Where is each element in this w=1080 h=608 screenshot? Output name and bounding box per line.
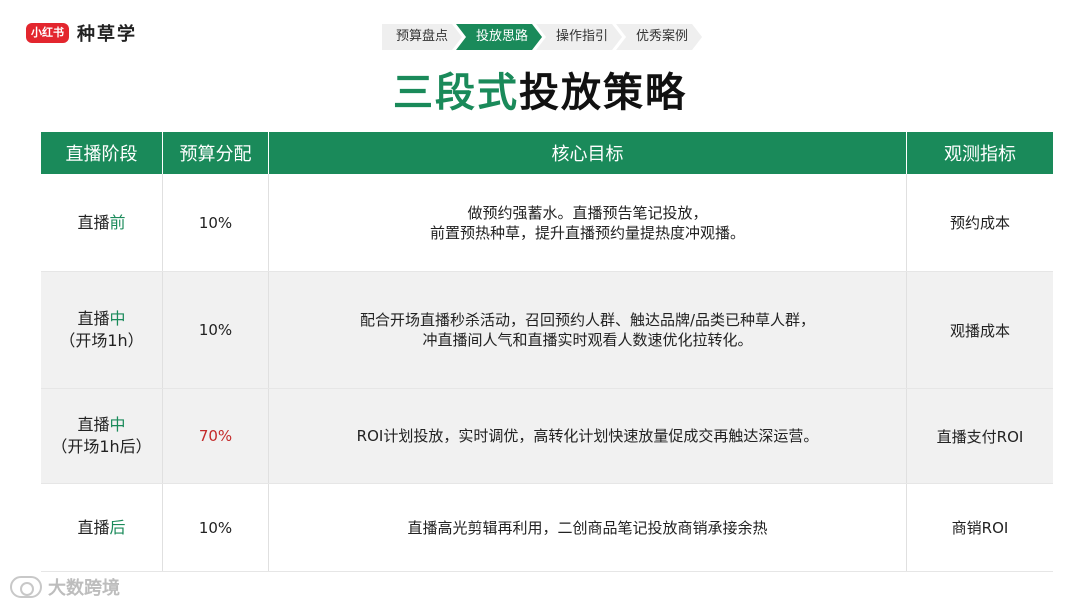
- step-cases[interactable]: 优秀案例: [616, 24, 702, 50]
- goal-cell: 配合开场直播秒杀活动，召回预约人群、触达品牌/品类已种草人群， 冲直播间人气和直播…: [269, 272, 907, 388]
- budget-cell: 10%: [163, 174, 269, 271]
- watermark-text: 大数跨境: [48, 578, 120, 599]
- step-strategy[interactable]: 投放思路: [456, 24, 542, 50]
- title-accent: 三段式: [393, 70, 519, 116]
- budget-cell: 70%: [163, 389, 269, 483]
- metric-cell: 观播成本: [949, 321, 1010, 340]
- header-budget: 预算分配: [163, 132, 269, 174]
- table-row: 直播前 10% 做预约强蓄水。直播预告笔记投放， 前置预热种草，提升直播预约量提热…: [41, 174, 1053, 272]
- header-stage: 直播阶段: [41, 132, 163, 174]
- brand: 小红书 种草学: [26, 20, 137, 46]
- watermark: 大数跨境: [10, 574, 120, 600]
- step-budget-review[interactable]: 预算盘点: [382, 24, 462, 50]
- metric-cell: 预约成本: [949, 214, 1010, 232]
- budget-cell: 10%: [163, 484, 269, 571]
- table-row: 直播中 （开场1h后） 70% ROI计划投放，实时调优，高转化计划快速放量促成交…: [41, 389, 1053, 484]
- goal-cell: 做预约强蓄水。直播预告笔记投放， 前置预热种草，提升直播预约量提热度冲观播。: [269, 174, 907, 271]
- progress-steps: 预算盘点 投放思路 操作指引 优秀案例: [382, 24, 696, 50]
- goal-cell: ROI计划投放，实时调优，高转化计划快速放量促成交再触达深运营。: [269, 389, 907, 483]
- stage-cell: 直播中 （开场1h后）: [41, 389, 163, 483]
- metric-cell: 直播支付ROI: [936, 427, 1024, 446]
- budget-cell: 10%: [163, 272, 269, 388]
- stage-cell: 直播中 （开场1h）: [41, 272, 163, 388]
- table-row: 直播后 10% 直播高光剪辑再利用，二创商品笔记投放商销承接余热 商销ROI: [41, 484, 1053, 572]
- header-goal: 核心目标: [269, 132, 907, 174]
- goal-cell: 直播高光剪辑再利用，二创商品笔记投放商销承接余热: [269, 484, 907, 571]
- metric-cell: 商销ROI: [951, 519, 1009, 537]
- brand-name: 种草学: [77, 24, 137, 45]
- step-guide[interactable]: 操作指引: [536, 24, 622, 50]
- header-metric: 观测指标: [944, 144, 1016, 165]
- watermark-logo-icon: [10, 576, 42, 598]
- table-row: 直播中 （开场1h） 10% 配合开场直播秒杀活动，召回预约人群、触达品牌/品类已…: [41, 272, 1053, 389]
- stage-cell: 直播前: [41, 174, 163, 271]
- strategy-table: 直播阶段 预算分配 核心目标 观测指标 直播前 10% 做预约强蓄水。直播预告笔…: [41, 132, 1053, 572]
- stage-cell: 直播后: [41, 484, 163, 571]
- brand-logo: 小红书: [26, 23, 69, 43]
- page-title: 三段式投放策略: [0, 60, 1080, 118]
- table-header: 直播阶段 预算分配 核心目标 观测指标: [41, 132, 1053, 174]
- title-rest: 投放策略: [519, 70, 687, 116]
